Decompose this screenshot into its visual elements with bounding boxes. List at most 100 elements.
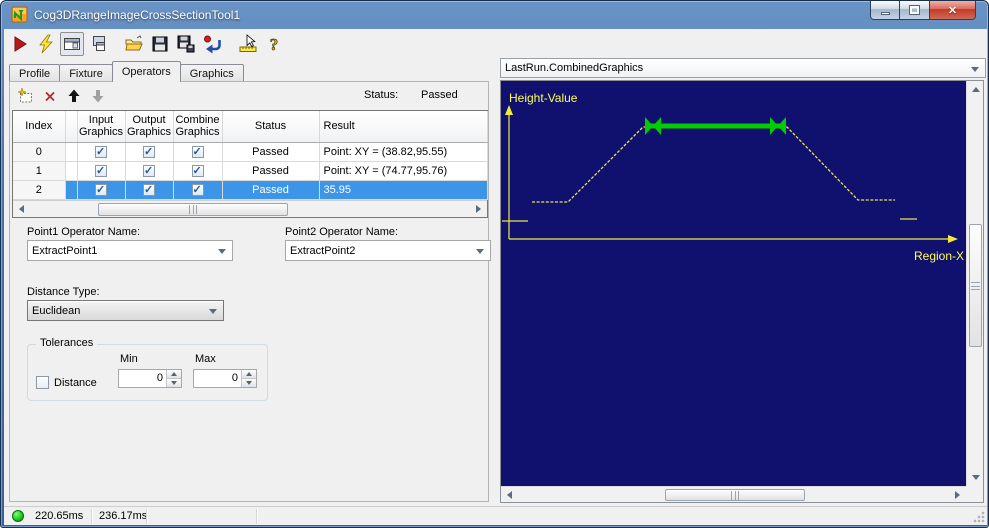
table-row[interactable]: 1 Passed Point: XY = (74.77,95.76) xyxy=(13,161,488,181)
tab-graphics[interactable]: Graphics xyxy=(179,64,244,82)
cell-index[interactable]: 1 xyxy=(13,161,66,181)
delete-operator-button[interactable] xyxy=(40,86,60,106)
cell-output-graphics[interactable] xyxy=(125,142,174,162)
cell-output-graphics[interactable] xyxy=(125,161,174,181)
scroll-thumb[interactable] xyxy=(98,202,288,216)
spin-up-button[interactable] xyxy=(242,370,256,379)
minimize-icon xyxy=(880,11,890,15)
move-down-button[interactable] xyxy=(88,86,108,106)
column-header-input-graphics[interactable]: Input Graphics xyxy=(77,111,126,143)
cell-combine-graphics[interactable] xyxy=(173,142,223,162)
main-toolbar: ? xyxy=(6,30,985,58)
resize-grip[interactable] xyxy=(973,511,985,523)
spin-up-button[interactable] xyxy=(167,370,181,379)
add-operator-button[interactable] xyxy=(16,86,36,106)
help-button[interactable]: ? xyxy=(262,32,286,56)
tab-profile[interactable]: Profile xyxy=(9,64,61,82)
minimize-button[interactable] xyxy=(870,1,900,20)
open-folder-icon xyxy=(125,35,143,51)
close-icon: ✕ xyxy=(947,4,958,17)
close-button[interactable]: ✕ xyxy=(929,1,976,20)
scroll-thumb[interactable] xyxy=(969,224,982,347)
column-header-result[interactable]: Result xyxy=(319,111,488,143)
float-window-button[interactable] xyxy=(86,32,110,56)
save-as-button[interactable] xyxy=(174,32,198,56)
chevron-down-icon xyxy=(476,249,484,254)
spin-down-button[interactable] xyxy=(242,379,256,387)
column-header-output-graphics[interactable]: Output Graphics xyxy=(125,111,174,143)
cell-input-graphics[interactable] xyxy=(77,142,126,162)
distance-type-combobox[interactable]: Euclidean xyxy=(27,300,224,321)
profile-curve xyxy=(532,126,895,203)
checkbox-checked-icon[interactable] xyxy=(191,145,204,158)
save-file-button[interactable] xyxy=(148,32,172,56)
min-value[interactable]: 0 xyxy=(119,370,166,387)
run-button[interactable] xyxy=(8,32,32,56)
client-area: ? Profile Fixture Operators Graphics Sta… xyxy=(4,29,987,506)
point1-operator-combobox[interactable]: ExtractPoint1 xyxy=(27,240,233,261)
table-row[interactable]: 0 Passed Point: XY = (38.82,95.55) xyxy=(13,142,488,162)
cell-index[interactable]: 0 xyxy=(13,142,66,162)
graphics-horizontal-scrollbar[interactable] xyxy=(501,486,966,502)
column-header-combine-graphics[interactable]: Combine Graphics xyxy=(173,111,223,143)
min-spinner[interactable]: 0 xyxy=(118,369,182,388)
tab-operators[interactable]: Operators xyxy=(111,61,181,82)
y-axis-arrowhead-icon xyxy=(505,105,513,115)
tool-display-button[interactable] xyxy=(60,32,84,56)
move-up-button[interactable] xyxy=(64,86,84,106)
checkbox-checked-icon[interactable] xyxy=(143,145,155,158)
titlebar[interactable]: Cog3DRangeImageCrossSectionTool1 ✕ xyxy=(1,1,988,29)
scroll-down-button[interactable] xyxy=(967,469,984,486)
column-header-index[interactable]: Index xyxy=(13,111,66,143)
tab-fixture[interactable]: Fixture xyxy=(59,64,113,82)
distance-checkbox[interactable] xyxy=(36,376,49,389)
scroll-left-button[interactable] xyxy=(501,487,518,503)
cell-output-graphics[interactable] xyxy=(125,180,174,200)
scroll-right-button[interactable] xyxy=(949,487,966,503)
point2-operator-combobox[interactable]: ExtractPoint2 xyxy=(285,240,491,261)
max-value[interactable]: 0 xyxy=(194,370,241,387)
scroll-right-button[interactable] xyxy=(470,201,487,218)
cell-status[interactable]: Passed xyxy=(222,142,320,162)
cell-result[interactable]: 35.95 xyxy=(319,180,488,200)
reset-button[interactable] xyxy=(200,32,224,56)
scroll-up-button[interactable] xyxy=(967,81,984,98)
cell-index[interactable]: 2 xyxy=(13,180,66,200)
open-file-button[interactable] xyxy=(122,32,146,56)
lightning-run-button[interactable] xyxy=(34,32,58,56)
checkbox-checked-icon[interactable] xyxy=(95,164,107,177)
checkbox-checked-icon[interactable] xyxy=(191,183,204,196)
statusbar-separator xyxy=(91,509,92,524)
triangle-right-icon xyxy=(476,205,481,213)
cell-input-graphics[interactable] xyxy=(77,161,126,181)
grid-horizontal-scrollbar[interactable] xyxy=(13,199,487,218)
checkbox-checked-icon[interactable] xyxy=(191,164,204,177)
column-header-status[interactable]: Status xyxy=(222,111,320,143)
save-as-icon xyxy=(177,35,195,53)
graphics-vertical-scrollbar[interactable] xyxy=(966,81,983,486)
cell-combine-graphics[interactable] xyxy=(173,161,223,181)
cell-input-graphics[interactable] xyxy=(77,180,126,200)
measure-endpoint-marker[interactable] xyxy=(770,117,786,135)
checkbox-checked-icon[interactable] xyxy=(143,164,155,177)
electrode-pointer-button[interactable] xyxy=(236,32,260,56)
checkbox-checked-icon[interactable] xyxy=(95,183,107,196)
cell-result[interactable]: Point: XY = (38.82,95.55) xyxy=(319,142,488,162)
operators-page: Status: Passed Index Input Graphics Outp… xyxy=(9,81,491,502)
run-status-led-icon xyxy=(12,510,24,522)
cell-status[interactable]: Passed xyxy=(222,161,320,181)
maximize-button[interactable] xyxy=(900,1,929,20)
cell-result[interactable]: Point: XY = (74.77,95.76) xyxy=(319,161,488,181)
table-row-selected[interactable]: 2 Passed 35.95 xyxy=(13,180,488,200)
scroll-left-button[interactable] xyxy=(13,201,30,218)
measure-endpoint-marker[interactable] xyxy=(645,117,661,135)
checkbox-checked-icon[interactable] xyxy=(143,183,155,196)
profile-plot-canvas[interactable]: Height-Value Region-X xyxy=(501,81,966,486)
checkbox-checked-icon[interactable] xyxy=(95,145,107,158)
cell-status[interactable]: Passed xyxy=(222,180,320,200)
cell-combine-graphics[interactable] xyxy=(173,180,223,200)
graphics-source-combobox[interactable]: LastRun.CombinedGraphics xyxy=(500,58,986,78)
spin-down-button[interactable] xyxy=(167,379,181,387)
scroll-thumb[interactable] xyxy=(665,489,805,501)
max-spinner[interactable]: 0 xyxy=(193,369,257,388)
